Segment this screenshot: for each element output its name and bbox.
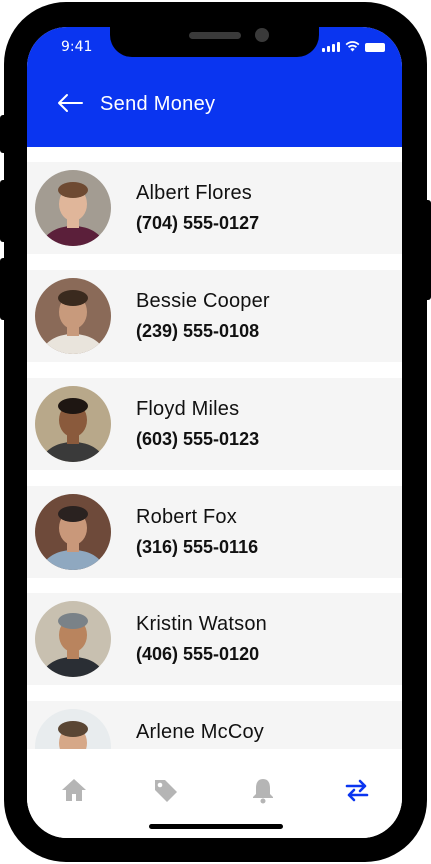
contact-row[interactable]: Floyd Miles (603) 555-0123 bbox=[27, 378, 402, 470]
status-time: 9:41 bbox=[61, 39, 93, 55]
contact-name: Bessie Cooper bbox=[136, 290, 270, 312]
arrow-left-icon[interactable] bbox=[57, 93, 83, 113]
contact-phone: (704) 555-0127 bbox=[136, 213, 260, 233]
phone-frame: 9:41 Send Money Albert Flores (704) 555-… bbox=[0, 0, 431, 864]
contact-name: Kristin Watson bbox=[136, 613, 267, 635]
avatar bbox=[35, 709, 111, 749]
contact-phone: (239) 555-0108 bbox=[136, 321, 260, 341]
contact-row[interactable]: Bessie Cooper (239) 555-0108 bbox=[27, 270, 402, 362]
contact-phone: (316) 555-0116 bbox=[136, 537, 259, 557]
contact-phone: (406) 555-0120 bbox=[136, 644, 260, 664]
avatar bbox=[35, 601, 111, 677]
wifi-icon bbox=[345, 41, 360, 52]
contact-row[interactable]: Robert Fox (316) 555-0116 bbox=[27, 486, 402, 578]
contact-name: Arlene McCoy bbox=[136, 721, 264, 743]
contact-row[interactable]: Kristin Watson (406) 555-0120 bbox=[27, 593, 402, 685]
signal-icon bbox=[322, 42, 340, 52]
status-icons bbox=[322, 41, 385, 52]
contact-name: Robert Fox bbox=[136, 506, 237, 528]
speaker bbox=[189, 32, 241, 39]
contact-list[interactable]: Albert Flores (704) 555-0127 Bessie Coop… bbox=[27, 147, 402, 749]
home-icon[interactable] bbox=[59, 775, 89, 805]
avatar bbox=[35, 494, 111, 570]
avatar bbox=[35, 170, 111, 246]
avatar bbox=[35, 278, 111, 354]
battery-icon bbox=[365, 43, 385, 52]
contact-row[interactable]: Albert Flores (704) 555-0127 bbox=[27, 162, 402, 254]
transfer-icon[interactable] bbox=[342, 775, 372, 805]
front-camera bbox=[255, 28, 269, 42]
avatar bbox=[35, 386, 111, 462]
page-title: Send Money bbox=[100, 93, 216, 115]
contact-row[interactable]: Arlene McCoy bbox=[27, 701, 402, 749]
bell-icon[interactable] bbox=[248, 775, 278, 805]
contact-phone: (603) 555-0123 bbox=[136, 429, 260, 449]
home-indicator bbox=[149, 824, 283, 829]
contact-name: Floyd Miles bbox=[136, 398, 240, 420]
screen: 9:41 Send Money Albert Flores (704) 555-… bbox=[27, 27, 402, 838]
contact-name: Albert Flores bbox=[136, 182, 252, 204]
tag-icon[interactable] bbox=[150, 775, 180, 805]
